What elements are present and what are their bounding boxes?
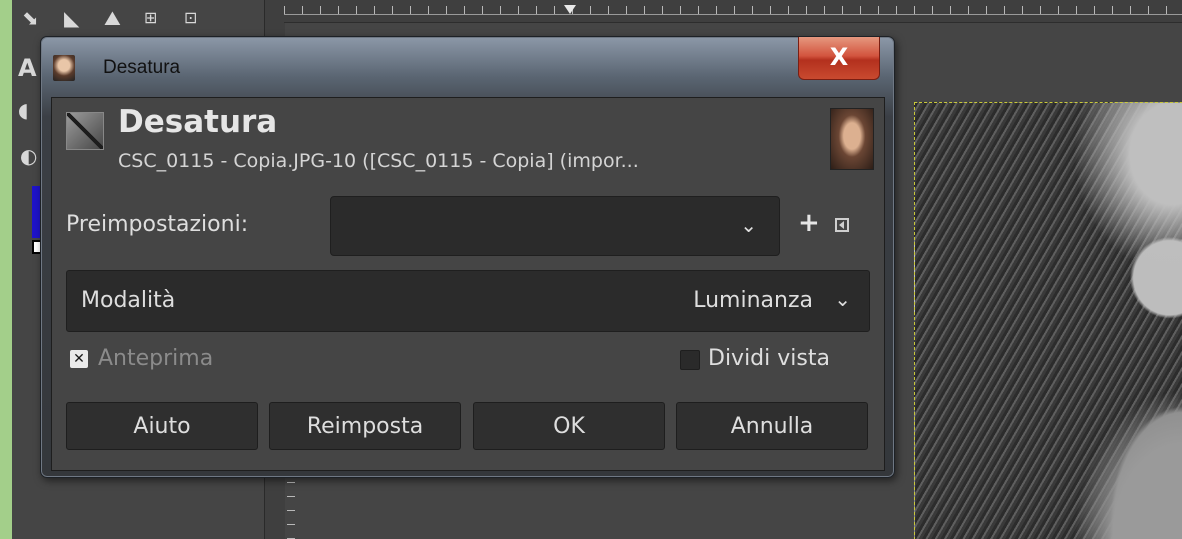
split-view-label[interactable]: Dividi vista [708,346,830,371]
transform-tool-icon[interactable]: ⛰ [104,8,121,28]
mode-dropdown[interactable]: Modalità Luminanza ⌄ [66,270,870,332]
canvas-image-face [1073,390,1182,539]
vertical-ruler-ticks [287,470,295,539]
desaturate-filter-icon [66,112,104,150]
presets-label: Preimpostazioni: [66,212,249,237]
canvas-image-highlight [1073,103,1182,273]
perspective-tool-icon[interactable]: ◣ [64,8,79,28]
presets-menu-icon[interactable] [835,218,849,232]
dialog-content: Desatura CSC_0115 - Copia.JPG-10 ([CSC_0… [51,97,885,471]
crop-tool-icon[interactable]: ⬊ [22,8,39,28]
dialog-title: Desatura [118,104,278,140]
preview-checkbox[interactable]: ✕ [70,350,88,368]
cancel-button[interactable]: Annulla [676,402,868,450]
warp-tool-icon[interactable]: ⊡ [184,8,197,28]
dialog-titlebar[interactable]: Desatura X [41,37,894,97]
cage-tool-icon[interactable]: ⊞ [144,8,157,28]
help-button[interactable]: Aiuto [66,402,258,450]
chevron-down-icon: ⌄ [834,287,851,311]
mode-label: Modalità [81,288,176,313]
preview-label[interactable]: Anteprima [98,346,213,371]
chevron-down-icon: ⌄ [740,213,757,237]
horizontal-ruler [284,0,1182,23]
text-tool-icon[interactable]: A [18,56,37,80]
desaturate-dialog: Desatura X Desatura CSC_0115 - Copia.JPG… [40,36,895,478]
reset-button[interactable]: Reimposta [269,402,461,450]
mode-value: Luminanza [693,288,813,313]
add-preset-icon[interactable]: + [798,210,820,236]
close-button[interactable]: X [798,37,880,80]
gimp-app-icon [53,55,75,81]
window-title: Desatura [103,57,181,78]
ok-button[interactable]: OK [473,402,665,450]
image-thumbnail [830,108,874,170]
presets-dropdown[interactable]: ⌄ [330,196,780,256]
split-view-checkbox[interactable] [680,350,700,370]
bucket-fill-icon[interactable]: ◐ [20,146,37,166]
ruler-position-marker [564,5,576,14]
dialog-header: Desatura CSC_0115 - Copia.JPG-10 ([CSC_0… [52,98,884,186]
paint-tool-icon[interactable]: ◖ [18,100,29,120]
image-canvas[interactable] [914,102,1182,539]
image-subtitle: CSC_0115 - Copia.JPG-10 ([CSC_0115 - Cop… [118,150,639,172]
